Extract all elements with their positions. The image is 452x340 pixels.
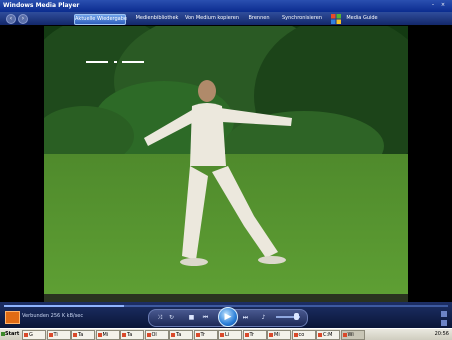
- shuffle-icon[interactable]: ⤨: [155, 314, 164, 322]
- app-icon: [122, 333, 126, 337]
- app-icon: [293, 333, 298, 337]
- app-icon: [318, 333, 322, 337]
- taskbar-item-label: co: [298, 332, 305, 338]
- tab-now-playing[interactable]: Aktuelle Wiedergabe: [74, 14, 127, 25]
- taskbar-item-label: Ti: [53, 332, 58, 338]
- taskbar-item-label: Tr: [200, 332, 205, 338]
- title-bar: Windows Media Player – ×: [0, 0, 452, 12]
- nav-bar: ‹ › Aktuelle Wiedergabe Medienbibliothek…: [0, 12, 452, 25]
- app-icon: [171, 333, 175, 337]
- app-icon: [342, 333, 347, 337]
- taskbar-item-label: Wi: [347, 332, 354, 338]
- app-icon: [97, 333, 102, 337]
- window-title: Windows Media Player: [3, 2, 80, 9]
- tab-burn[interactable]: Brennen: [248, 14, 270, 23]
- tab-library[interactable]: Medienbibliothek: [132, 14, 182, 23]
- skin-mode-icon[interactable]: [441, 320, 447, 326]
- app-icon: [48, 333, 53, 337]
- taskbar: Start G Ti Ta Mi Ta Ol Ta Tr Li Tr Mi co C:M Wi 20:56: [0, 328, 452, 340]
- previous-icon[interactable]: ⏮: [201, 314, 210, 322]
- taskbar-item-label: Mi: [102, 332, 109, 338]
- taskbar-item-label: Ta: [78, 332, 84, 338]
- taskbar-item-label: Li: [225, 332, 230, 338]
- taskbar-item-label: Ta: [176, 332, 182, 338]
- video-frame: [44, 26, 408, 302]
- app-icon: [146, 333, 151, 337]
- video-area[interactable]: [44, 26, 408, 302]
- windows-logo-icon: [331, 14, 341, 24]
- taskbar-item-label: Mi: [274, 332, 280, 338]
- taskbar-item-label: Ta: [127, 332, 133, 338]
- tab-sync[interactable]: Synchronisieren: [282, 14, 322, 23]
- app-icon: [244, 333, 249, 337]
- minimize-button[interactable]: –: [430, 2, 436, 8]
- taskbar-item-label: Tr: [249, 332, 254, 338]
- next-icon[interactable]: ⏭: [241, 314, 250, 322]
- taskbar-item-label: Ol: [151, 332, 157, 338]
- stop-icon[interactable]: ■: [187, 314, 196, 322]
- media-icon: [5, 311, 20, 324]
- app-icon: [220, 333, 224, 337]
- app-icon: [73, 333, 77, 337]
- tab-rip[interactable]: Von Medium kopieren: [184, 14, 240, 23]
- taskbar-item-label: C:M: [323, 332, 333, 338]
- forward-icon[interactable]: ›: [18, 14, 28, 24]
- volume-knob[interactable]: [294, 313, 299, 320]
- repeat-icon[interactable]: ↻: [167, 314, 176, 322]
- start-label: Start: [5, 331, 20, 337]
- mute-icon[interactable]: ♪: [259, 314, 268, 322]
- status-text: Verbunden 256 K kB/sec: [22, 313, 84, 319]
- app-icon: [24, 333, 28, 337]
- clock: 20:56: [434, 331, 449, 337]
- seek-progress: [4, 305, 124, 307]
- app-icon: [269, 333, 273, 337]
- back-icon[interactable]: ‹: [6, 14, 16, 24]
- windows-flag-icon: [1, 332, 5, 336]
- taskbar-item-label: G: [29, 332, 33, 338]
- play-button[interactable]: ▶: [218, 307, 238, 327]
- tab-media-guide[interactable]: Media Guide: [346, 14, 378, 23]
- fullscreen-icon[interactable]: [441, 311, 447, 317]
- app-icon: [195, 333, 200, 337]
- close-button[interactable]: ×: [440, 2, 446, 8]
